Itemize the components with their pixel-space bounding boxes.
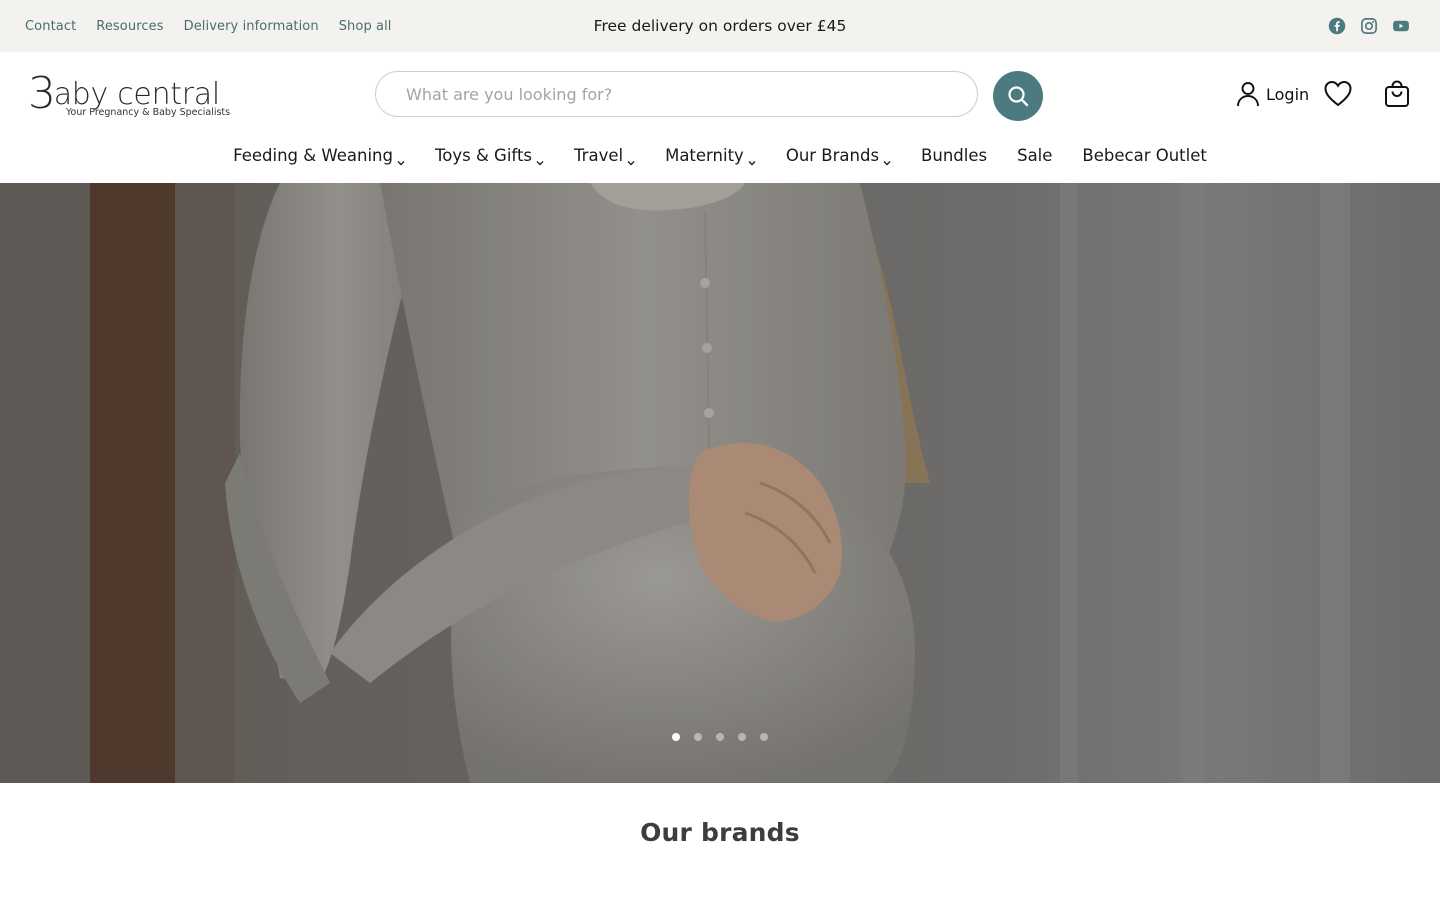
slide-dot-3[interactable] [716, 733, 724, 741]
shopping-bag-icon [1385, 80, 1409, 107]
nav-item-label: Toys & Gifts [434, 145, 533, 165]
login-link[interactable]: Login [1236, 79, 1309, 109]
heart-icon [1324, 80, 1352, 107]
slide-dot-2[interactable] [694, 733, 702, 741]
hero-image [0, 183, 1440, 783]
nav-item-sale[interactable]: Sale [1017, 146, 1052, 165]
nav-item-label: Bundles [921, 145, 988, 165]
nav-item-label: Bebecar Outlet [1082, 145, 1207, 165]
facebook-icon[interactable] [1328, 17, 1346, 35]
nav-item-our-brands[interactable]: Our Brands [785, 145, 891, 166]
baby-central-logo[interactable]: 3aby central Your Pregnancy & Baby Speci… [28, 64, 238, 124]
search-input[interactable] [376, 72, 977, 116]
wishlist-button[interactable] [1323, 79, 1353, 109]
logo-initial: 3 [28, 68, 56, 119]
hero-slideshow[interactable] [0, 183, 1440, 783]
slide-dot-4[interactable] [738, 733, 746, 741]
chevron-down-icon [397, 152, 405, 166]
cart-button[interactable] [1382, 79, 1412, 109]
contact-link[interactable]: Contact [25, 19, 76, 34]
search-icon [1008, 86, 1029, 107]
our-brands-heading: Our brands [640, 818, 800, 847]
nav-item-bundles[interactable]: Bundles [921, 146, 987, 165]
nav-item-label: Feeding & Weaning [233, 145, 393, 165]
shop-all-link[interactable]: Shop all [339, 19, 392, 34]
top-utility-bar: Contact Resources Delivery information S… [0, 0, 1440, 52]
nav-item-maternity[interactable]: Maternity [665, 145, 756, 166]
chevron-down-icon [536, 152, 544, 166]
slide-indicators [0, 733, 1440, 741]
logo-tagline: Your Pregnancy & Baby Specialists [66, 107, 231, 118]
instagram-icon[interactable] [1360, 17, 1378, 35]
main-navigation: Feeding & Weaning Toys & Gifts Travel Ma… [0, 140, 1440, 170]
search-bar [375, 71, 978, 117]
chevron-down-icon [627, 152, 635, 166]
nav-item-bebecar-outlet[interactable]: Bebecar Outlet [1082, 146, 1206, 165]
nav-item-label: Sale [1017, 145, 1053, 165]
slide-dot-5[interactable] [760, 733, 768, 741]
site-header: 3aby central Your Pregnancy & Baby Speci… [0, 52, 1440, 183]
youtube-icon[interactable] [1392, 17, 1410, 35]
chevron-down-icon [883, 152, 891, 166]
nav-item-label: Travel [574, 145, 624, 165]
resources-link[interactable]: Resources [96, 19, 163, 34]
nav-item-travel[interactable]: Travel [574, 145, 635, 166]
search-button[interactable] [993, 71, 1043, 121]
slide-dot-1[interactable] [672, 733, 680, 741]
utility-links: Contact Resources Delivery information S… [25, 0, 412, 52]
nav-item-feeding-weaning[interactable]: Feeding & Weaning [233, 145, 405, 166]
nav-item-label: Our Brands [785, 145, 880, 165]
nav-item-toys-gifts[interactable]: Toys & Gifts [434, 145, 544, 166]
delivery-information-link[interactable]: Delivery information [184, 19, 319, 34]
nav-item-label: Maternity [665, 145, 744, 165]
social-links [1314, 0, 1410, 52]
user-icon [1237, 82, 1259, 107]
login-label: Login [1266, 84, 1310, 104]
chevron-down-icon [748, 152, 756, 166]
